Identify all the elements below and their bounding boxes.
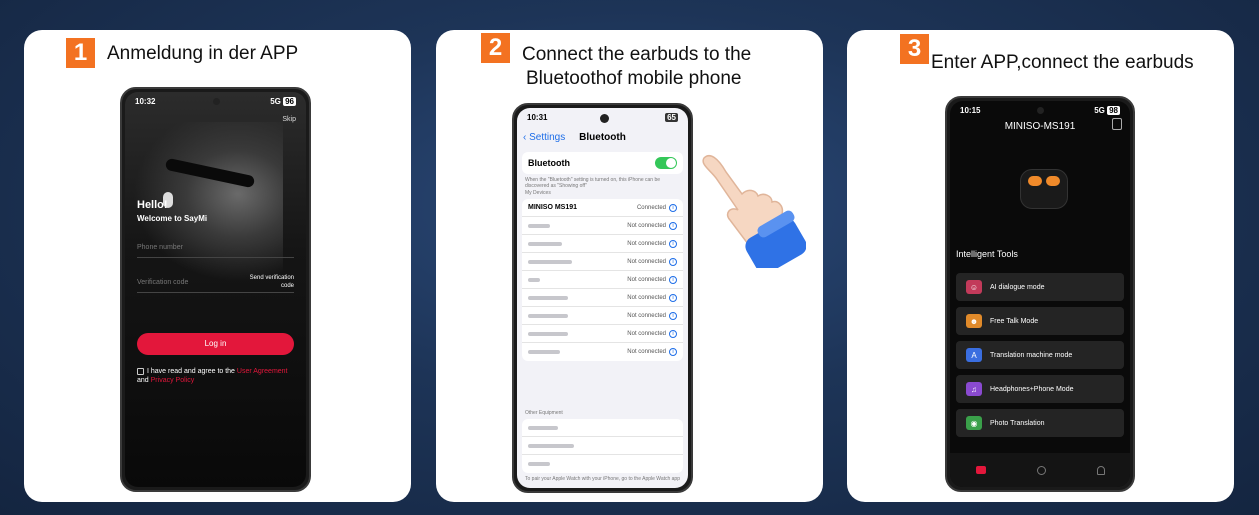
tool-free-talk[interactable]: ☻ Free Talk Mode <box>956 307 1124 335</box>
battery-icon: 96 <box>283 97 296 106</box>
list-item[interactable]: Not connected i <box>522 307 683 325</box>
verification-code-input[interactable]: Verification code <box>137 279 188 286</box>
people-icon: ☻ <box>966 314 982 328</box>
privacy-policy-link[interactable]: Privacy Policy <box>151 377 195 384</box>
tool-photo-translation[interactable]: ◉ Photo Translation <box>956 409 1124 437</box>
info-icon: i <box>669 348 677 356</box>
camera-icon <box>599 114 609 123</box>
agreement-text: I have read and agree to the User Agreem… <box>137 367 288 384</box>
list-item[interactable]: Not connected i <box>522 343 683 361</box>
phone-login: 10:32 5G 96 Skip Hello! Welcome to SayMi … <box>120 87 311 492</box>
bluetooth-toggle[interactable] <box>655 157 677 169</box>
info-icon: i <box>669 275 677 284</box>
list-item[interactable]: Not connected i <box>522 217 683 235</box>
battery-icon: 65 <box>665 113 678 122</box>
step-number-badge: 1 <box>66 38 95 68</box>
translate-icon: A <box>966 348 982 362</box>
info-icon: i <box>669 311 677 320</box>
divider <box>137 292 294 293</box>
camera-icon <box>212 98 220 105</box>
footer-note: To pair your Apple Watch with your iPhon… <box>525 476 680 482</box>
agree-checkbox[interactable] <box>137 367 144 375</box>
step1-card: 1 Anmeldung in der APP 10:32 5G 96 Skip H… <box>24 30 411 502</box>
bluetooth-label: Bluetooth <box>528 158 570 168</box>
device-name: MINISO-MS191 <box>1004 121 1076 132</box>
step-title: Anmeldung in der APP <box>107 43 299 64</box>
earbuds-case-image <box>1020 169 1068 209</box>
tool-ai-dialogue[interactable]: ☺ AI dialogue mode <box>956 273 1124 301</box>
divider <box>137 257 294 258</box>
robot-icon: ☺ <box>966 280 982 294</box>
tool-translation-machine[interactable]: A Translation machine mode <box>956 341 1124 369</box>
manual-icon[interactable] <box>1112 118 1122 130</box>
list-item[interactable]: Not connected i <box>522 235 683 253</box>
list-item[interactable] <box>522 437 683 455</box>
bluetooth-note: When the "Bluetooth" setting is turned o… <box>525 177 661 189</box>
status-time: 10:32 <box>135 97 156 106</box>
step-number-badge: 2 <box>481 33 510 63</box>
list-item[interactable]: Not connected i <box>522 325 683 343</box>
tab-bar <box>950 453 1130 487</box>
phone-app: 10:15 5G 98 MINISO-MS191 Intelligent Tool… <box>945 96 1135 492</box>
list-item[interactable]: MINISO MS191 Connected i <box>522 199 683 217</box>
user-agreement-link[interactable]: User Agreement <box>237 368 288 375</box>
list-item[interactable]: Not connected i <box>522 289 683 307</box>
section-title: Intelligent Tools <box>956 249 1018 259</box>
welcome-text: Welcome to SayMi <box>137 214 208 223</box>
tab-profile[interactable] <box>1096 465 1105 475</box>
phone-number-input[interactable]: Phone number <box>137 244 183 251</box>
list-item[interactable]: Not connected i <box>522 253 683 271</box>
other-device-list <box>522 419 683 473</box>
info-icon: i <box>669 221 677 230</box>
list-item[interactable]: Not connected i <box>522 271 683 289</box>
list-item[interactable] <box>522 419 683 437</box>
nav-title: Bluetooth <box>579 132 626 143</box>
info-icon: i <box>669 203 677 212</box>
user-icon <box>1096 465 1105 475</box>
step-title-line2: Bluetoothof mobile phone <box>526 68 742 89</box>
battery-icon: 98 <box>1107 106 1120 115</box>
tab-history[interactable] <box>1036 465 1046 475</box>
other-equipment-header: Other Equipment <box>525 410 563 416</box>
pointing-hand-icon <box>702 154 806 268</box>
info-icon: i <box>669 257 677 266</box>
phone-bluetooth: 10:31 65 ‹ Settings Bluetooth Bluetooth W… <box>512 103 693 493</box>
skip-button[interactable]: Skip <box>282 116 296 123</box>
list-item[interactable] <box>522 455 683 473</box>
signal-text: 5G <box>1094 106 1105 115</box>
login-button[interactable]: Log in <box>137 333 294 355</box>
send-code-button[interactable]: Send verification code <box>239 274 294 290</box>
step-title-line1: Connect the earbuds to the <box>522 44 752 65</box>
status-time: 10:31 <box>527 113 548 122</box>
step-number-badge: 3 <box>900 34 929 64</box>
tool-headphones-phone[interactable]: ♫ Headphones+Phone Mode <box>956 375 1124 403</box>
step-title: Enter APP,connect the earbuds <box>931 52 1194 73</box>
home-icon <box>975 466 986 474</box>
info-icon: i <box>669 329 677 338</box>
tab-home[interactable] <box>975 466 986 474</box>
info-icon: i <box>669 293 677 302</box>
my-devices-header: My Devices <box>525 190 551 196</box>
camera-icon: ◉ <box>966 416 982 430</box>
hello-heading: Hello! <box>137 199 168 211</box>
status-time: 10:15 <box>960 106 981 115</box>
step2-card: 2 Connect the earbuds to the Bluetoothof… <box>436 30 823 502</box>
camera-icon <box>1037 107 1044 114</box>
info-icon: i <box>669 239 677 248</box>
headphones-icon: ♫ <box>966 382 982 396</box>
device-list: MINISO MS191 Connected i Not connected i No… <box>522 199 683 361</box>
step3-card: 3 Enter APP,connect the earbuds 10:15 5G … <box>847 30 1234 502</box>
signal-text: 5G <box>270 97 281 106</box>
clock-icon <box>1036 465 1046 475</box>
